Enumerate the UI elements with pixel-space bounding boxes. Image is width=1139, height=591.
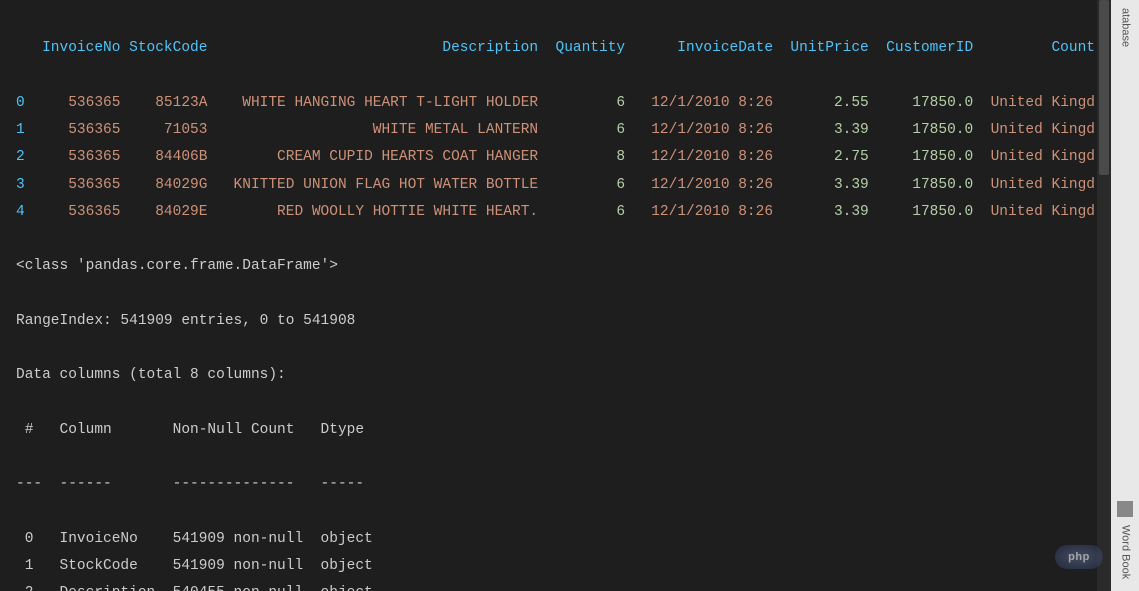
table-row: 1 536365 71053 WHITE METAL LANTERN 6 12/… bbox=[16, 117, 1079, 144]
side-tab-wordbook[interactable]: Word Book bbox=[1115, 521, 1136, 583]
table-body: 0 536365 85123A WHITE HANGING HEART T-LI… bbox=[16, 90, 1079, 226]
table-header-row: InvoiceNo StockCode Description Quantity… bbox=[16, 35, 1079, 62]
df-info-header: # Column Non-Null Count Dtype bbox=[16, 417, 1079, 444]
df-info-col-line: 1 StockCode 541909 non-null object bbox=[16, 553, 1079, 580]
df-info-col-line: 0 InvoiceNo 541909 non-null object bbox=[16, 526, 1079, 553]
php-logo: php bbox=[1055, 545, 1103, 569]
df-class-line: <class 'pandas.core.frame.DataFrame'> bbox=[16, 253, 1079, 280]
table-row: 3 536365 84029G KNITTED UNION FLAG HOT W… bbox=[16, 172, 1079, 199]
df-info-divider: --- ------ -------------- ----- bbox=[16, 471, 1079, 498]
side-tab-database[interactable]: atabase bbox=[1115, 4, 1136, 51]
right-side-panel: atabase Word Book bbox=[1111, 0, 1139, 591]
notebook-output: InvoiceNo StockCode Description Quantity… bbox=[0, 0, 1095, 591]
watermark: php bbox=[1055, 545, 1107, 569]
df-cols-line: Data columns (total 8 columns): bbox=[16, 362, 1079, 389]
df-info-columns: 0 InvoiceNo 541909 non-null object 1 Sto… bbox=[16, 526, 1079, 591]
book-icon[interactable] bbox=[1117, 501, 1133, 517]
df-info-col-line: 2 Description 540455 non-null object bbox=[16, 580, 1079, 591]
table-row: 4 536365 84029E RED WOOLLY HOTTIE WHITE … bbox=[16, 199, 1079, 226]
df-range-line: RangeIndex: 541909 entries, 0 to 541908 bbox=[16, 308, 1079, 335]
scrollbar-thumb[interactable] bbox=[1099, 0, 1109, 175]
table-row: 2 536365 84406B CREAM CUPID HEARTS COAT … bbox=[16, 144, 1079, 171]
vertical-scrollbar[interactable] bbox=[1097, 0, 1111, 591]
table-row: 0 536365 85123A WHITE HANGING HEART T-LI… bbox=[16, 90, 1079, 117]
